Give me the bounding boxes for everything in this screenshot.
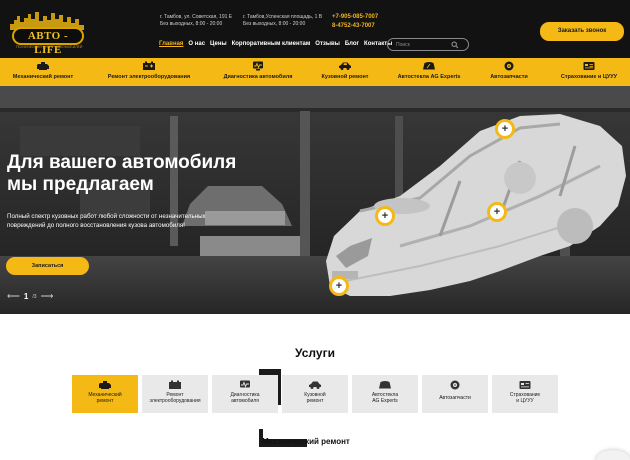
insurance-icon — [583, 62, 595, 70]
phone-number-1[interactable]: +7-905-085-7007 — [332, 13, 378, 22]
service-tile-label: Автостекла AG Experts — [371, 392, 399, 404]
hero-subtitle: Полный спектр кузовных работ любой сложн… — [7, 212, 267, 230]
callback-button[interactable]: Заказать звонок — [540, 22, 624, 41]
windshield-icon — [423, 62, 435, 70]
nav-about[interactable]: О нас — [188, 41, 205, 47]
address-2-hours: Без выходных, 8:00 - 20:00 — [243, 21, 306, 27]
hotspot-plus-icon[interactable]: + — [329, 276, 349, 296]
diagnostics-icon — [253, 61, 263, 71]
engine-icon — [37, 62, 49, 70]
site-header: АВТО - LIFE ТЕХНИЧЕСКИЙ ЦЕНТР АВТОМОБИЛЕ… — [0, 0, 630, 58]
category-auto-parts[interactable]: Автозапчасти — [474, 58, 544, 86]
insurance-icon — [519, 381, 531, 389]
category-label: Автостекла AG Experts — [397, 74, 461, 80]
engine-icon — [99, 381, 111, 389]
chat-widget-button[interactable] — [596, 450, 630, 460]
category-label: Ремонт электрооборудования — [107, 74, 191, 80]
hotspot-plus-icon[interactable]: + — [375, 206, 395, 226]
wheel-icon — [504, 61, 514, 71]
windshield-icon — [379, 381, 391, 389]
service-tile-auto-parts[interactable]: Автозапчасти — [422, 375, 488, 413]
category-mechanical-repair[interactable]: Механический ремонт — [0, 58, 86, 86]
search-icon[interactable] — [451, 41, 459, 49]
address-block-2: г. Тамбов,Успенская площадь, 1 В Без вых… — [243, 14, 322, 28]
hero-title: Для вашего автомобиля мы предлагаем — [7, 152, 307, 196]
logo-text: АВТО - LIFE — [12, 27, 84, 56]
search-input[interactable] — [396, 40, 452, 50]
site-logo[interactable]: АВТО - LIFE ТЕХНИЧЕСКИЙ ЦЕНТР АВТОМОБИЛЕ… — [6, 10, 90, 56]
category-diagnostics[interactable]: Диагностика автомобиля — [212, 58, 304, 86]
service-tile-label: Механический ремонт — [88, 392, 122, 404]
battery-icon — [169, 380, 181, 389]
category-electrical-repair[interactable]: Ремонт электрооборудования — [98, 58, 200, 86]
slide-current: 1 — [23, 292, 29, 301]
phone-number-2[interactable]: 8-4752-43-7007 — [332, 22, 378, 31]
category-label: Диагностика автомобиля — [223, 74, 293, 80]
service-tile-electrical-repair[interactable]: Ремонт электрооборудования — [142, 375, 208, 413]
service-tile-mechanical-repair[interactable]: Механический ремонт — [72, 375, 138, 413]
nav-reviews[interactable]: Отзывы — [315, 41, 340, 47]
hero-subtitle-line-1: Полный спектр кузовных работ любой сложн… — [7, 213, 206, 220]
battery-icon — [143, 61, 155, 70]
wheel-icon — [450, 380, 460, 390]
hero-slider: Для вашего автомобиля мы предлагаем Полн… — [0, 86, 630, 314]
category-body-repair[interactable]: Кузовной ремонт — [310, 58, 380, 86]
category-bar: Механический ремонт Ремонт электрооборуд… — [0, 58, 630, 86]
prev-slide-arrow-icon[interactable]: ⟵ — [7, 291, 20, 302]
main-nav: Главная О нас Цены Корпоративным клиента… — [159, 41, 392, 47]
hero-title-line-1: Для вашего автомобиля — [7, 152, 237, 173]
hotspot-plus-icon[interactable]: + — [487, 202, 507, 222]
category-auto-glass[interactable]: Автостекла AG Experts — [392, 58, 466, 86]
signup-button[interactable]: Записаться — [6, 257, 89, 275]
nav-blog[interactable]: Блог — [345, 41, 359, 47]
slide-total: /3 — [32, 293, 37, 300]
logo-tagline: ТЕХНИЧЕСКИЙ ЦЕНТР АВТОМОБИЛЕЙ — [15, 45, 83, 49]
category-label: Механический ремонт — [12, 74, 74, 80]
nav-prices[interactable]: Цены — [210, 41, 227, 47]
phone-block: +7-905-085-7007 8-4752-43-7007 — [332, 13, 378, 31]
slider-pager: ⟵ 1 /3 ⟶ — [7, 291, 53, 302]
diagnostics-icon — [240, 380, 250, 388]
service-tile-auto-glass[interactable]: Автостекла AG Experts — [352, 375, 418, 413]
address-block-1: г. Тамбов, ул. Советская, 191 Е Без выхо… — [160, 14, 232, 28]
garage-background-image — [0, 86, 630, 314]
car-body-icon — [339, 62, 351, 70]
next-slide-arrow-icon[interactable]: ⟶ — [41, 291, 54, 302]
service-tile-insurance[interactable]: Страхование и ЦУУУ — [492, 375, 558, 413]
service-tile-label: Автозапчасти — [439, 395, 471, 401]
section-heading-mechanical-repair: Механический ремонт — [262, 437, 350, 446]
address-1-hours: Без выходных, 8:00 - 20:00 — [160, 21, 223, 27]
address-2-street: г. Тамбов,Успенская площадь, 1 В — [243, 14, 323, 20]
service-tile-diagnostics[interactable]: Диагностика автомобиля — [212, 375, 278, 413]
car-body-icon — [309, 381, 321, 389]
service-tile-label: Кузовной ремонт — [304, 392, 326, 404]
category-label: Страхование и ЦУУУ — [560, 74, 618, 80]
hotspot-plus-icon[interactable]: + — [495, 119, 515, 139]
service-tile-label: Ремонт электрооборудования — [149, 392, 201, 404]
category-insurance[interactable]: Страхование и ЦУУУ — [552, 58, 626, 86]
category-label: Автозапчасти — [490, 74, 528, 80]
service-tile-label: Страхование и ЦУУУ — [509, 392, 541, 404]
nav-home[interactable]: Главная — [159, 41, 183, 47]
services-title: Услуги — [295, 346, 335, 360]
hero-title-line-2: мы предлагаем — [7, 174, 154, 195]
category-label: Кузовной ремонт — [321, 74, 369, 80]
nav-corporate[interactable]: Корпоративным клиентам — [232, 41, 311, 47]
hero-subtitle-line-2: повреждений до полного восстановления ку… — [7, 222, 185, 229]
service-tile-body-repair[interactable]: Кузовной ремонт — [282, 375, 348, 413]
service-tile-label: Диагностика автомобиля — [230, 392, 260, 404]
address-1-street: г. Тамбов, ул. Советская, 191 Е — [160, 14, 233, 20]
search-box — [387, 38, 469, 51]
